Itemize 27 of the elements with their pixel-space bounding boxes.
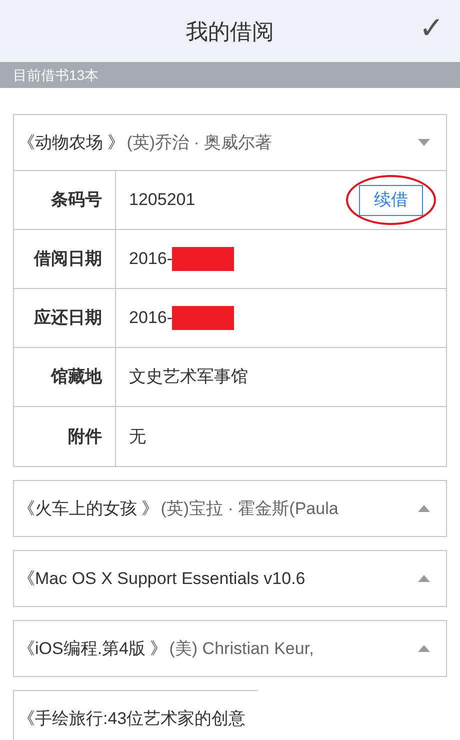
- field-label: 馆藏地: [14, 348, 116, 406]
- field-label: 条码号: [14, 171, 116, 229]
- book-title: 《Mac OS X Support Essentials v10.6: [18, 568, 306, 590]
- book-title: 《手绘旅行:43位艺术家的创意: [18, 708, 246, 730]
- borrow-count: 目前借书13本: [13, 66, 99, 84]
- renew-button[interactable]: 续借: [359, 184, 423, 216]
- field-label: 附件: [14, 407, 116, 466]
- book-author: (英)乔治 · 奥威尔著: [126, 132, 272, 154]
- book-title: 《火车上的女孩 》: [18, 498, 159, 520]
- confirm-button[interactable]: ✓: [419, 14, 444, 44]
- field-label: 借阅日期: [14, 230, 116, 288]
- book-title: 《动物农场 》: [18, 132, 125, 154]
- book-header[interactable]: 《手绘旅行:43位艺术家的创意: [13, 690, 258, 740]
- field-value: 2016-: [129, 307, 172, 330]
- field-value: 无: [129, 426, 146, 448]
- field-value: 2016-: [129, 248, 172, 270]
- book-header[interactable]: 《Mac OS X Support Essentials v10.6: [13, 550, 447, 607]
- book-title: 《iOS编程.第4版 》: [18, 638, 168, 660]
- book-author: (美) Christian Keur,: [169, 638, 314, 660]
- book-author: (英)宝拉 · 霍金斯(Paula: [160, 498, 338, 520]
- field-value: 1205201: [129, 189, 196, 212]
- book-header[interactable]: 《iOS编程.第4版 》(美) Christian Keur,: [13, 620, 447, 677]
- field-value: 文史艺术军事馆: [129, 366, 248, 388]
- field-label: 应还日期: [14, 289, 116, 347]
- page-title: 我的借阅: [186, 18, 274, 46]
- book-header[interactable]: 《火车上的女孩 》(英)宝拉 · 霍金斯(Paula: [13, 480, 447, 537]
- book-header[interactable]: 《动物农场 》(英)乔治 · 奥威尔著: [13, 114, 447, 171]
